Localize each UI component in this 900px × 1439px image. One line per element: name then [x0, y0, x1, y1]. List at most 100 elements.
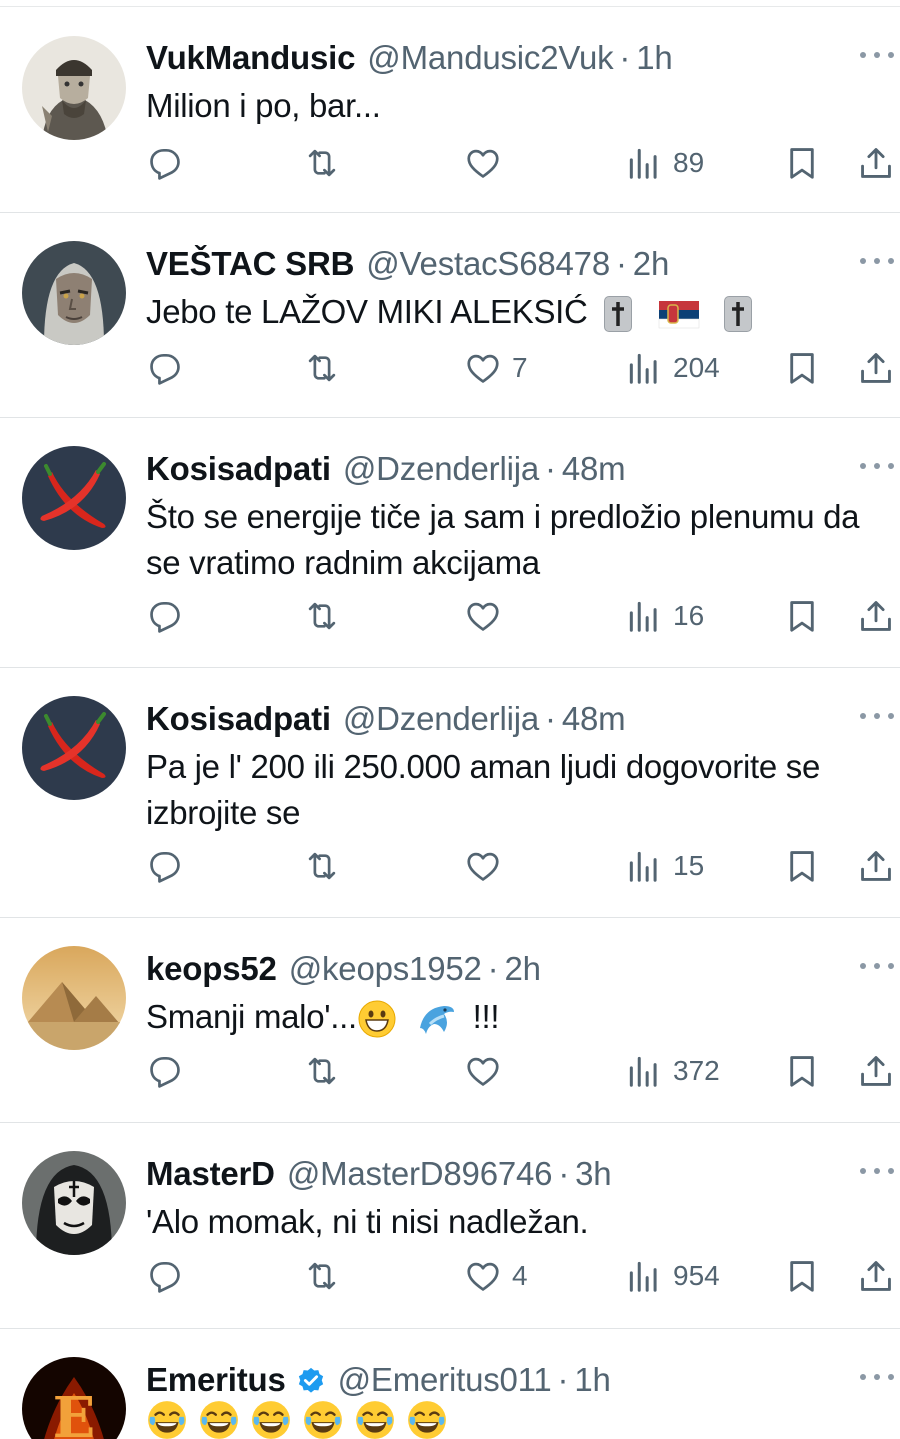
timestamp[interactable]: 1h [636, 39, 673, 77]
reply-button[interactable] [146, 1049, 184, 1093]
share-button[interactable] [857, 1049, 895, 1093]
avatar[interactable] [22, 696, 126, 800]
tweet[interactable]: keops52 @keops1952 · 2h Smanji malo'... … [0, 918, 900, 1123]
reply-button[interactable] [146, 844, 184, 888]
display-name[interactable]: Kosisadpati [146, 700, 331, 738]
user-handle[interactable]: @VestacS68478 [366, 245, 610, 283]
more-options-icon[interactable] [860, 255, 894, 267]
reply-button[interactable] [146, 346, 184, 390]
share-button[interactable] [857, 844, 895, 888]
tweet-header: Kosisadpati @Dzenderlija · 48m [146, 699, 626, 739]
timestamp[interactable]: 1h [574, 1361, 611, 1399]
view-count: 89 [673, 147, 705, 178]
display-name[interactable]: Kosisadpati [146, 450, 331, 488]
avatar[interactable] [22, 446, 126, 550]
user-handle[interactable]: @MasterD896746 [287, 1155, 553, 1193]
display-name[interactable]: MasterD [146, 1155, 275, 1193]
retweet-icon [308, 852, 336, 880]
view-count: 16 [673, 600, 705, 631]
like-button[interactable]: 7 [464, 346, 528, 390]
views-button[interactable]: 954 [625, 1254, 720, 1298]
tweet[interactable]: VEŠTAC SRB @VestacS68478 · 2h Jebo te LA… [0, 213, 900, 418]
more-options-icon[interactable] [860, 460, 894, 472]
user-handle[interactable]: @keops1952 [289, 950, 482, 988]
retweet-button[interactable] [303, 1254, 341, 1298]
display-name[interactable]: VukMandusic [146, 39, 355, 77]
user-handle[interactable]: @Dzenderlija [343, 450, 539, 488]
display-name[interactable]: VEŠTAC SRB [146, 245, 354, 283]
share-icon [861, 851, 891, 881]
timestamp[interactable]: 3h [575, 1155, 612, 1193]
avatar[interactable] [22, 946, 126, 1050]
timestamp[interactable]: 48m [562, 700, 626, 738]
chili-peppers-avatar-icon [22, 446, 126, 550]
pyramids-avatar-icon [22, 946, 126, 1050]
bookmark-button[interactable] [783, 346, 821, 390]
share-button[interactable] [857, 141, 895, 185]
dolphin-emoji [419, 1006, 454, 1035]
reply-button[interactable] [146, 594, 184, 638]
tweet[interactable]: MasterD @MasterD896746 · 3h 'Alo momak, … [0, 1123, 900, 1329]
bookmark-icon [790, 148, 814, 179]
display-name[interactable]: Emeritus [146, 1361, 286, 1399]
like-count: 4 [512, 1260, 528, 1291]
share-button[interactable] [857, 1254, 895, 1298]
user-handle[interactable]: @Mandusic2Vuk [367, 39, 613, 77]
retweet-button[interactable] [303, 1049, 341, 1093]
views-button[interactable]: 16 [625, 594, 704, 638]
bookmark-button[interactable] [783, 594, 821, 638]
view-count: 204 [673, 352, 720, 383]
like-button[interactable] [464, 141, 512, 185]
retweet-icon [308, 602, 336, 630]
retweet-button[interactable] [303, 844, 341, 888]
reply-button[interactable] [146, 141, 184, 185]
share-button[interactable] [857, 346, 895, 390]
reply-button[interactable] [146, 1254, 184, 1298]
retweet-icon [308, 354, 336, 382]
views-button[interactable]: 204 [625, 346, 720, 390]
tweet[interactable]: Kosisadpati @Dzenderlija · 48m Što se en… [0, 418, 900, 668]
timestamp[interactable]: 48m [562, 450, 626, 488]
avatar[interactable] [22, 241, 126, 345]
cross-box-emoji [604, 296, 633, 333]
avatar[interactable] [22, 36, 126, 140]
user-handle[interactable]: @Dzenderlija [343, 700, 539, 738]
bookmark-button[interactable] [783, 141, 821, 185]
bookmark-button[interactable] [783, 1254, 821, 1298]
more-options-icon[interactable] [860, 1165, 894, 1177]
share-button[interactable] [857, 594, 895, 638]
timestamp[interactable]: 2h [504, 950, 541, 988]
bookmark-button[interactable] [783, 844, 821, 888]
views-button[interactable]: 15 [625, 844, 704, 888]
retweet-button[interactable] [303, 141, 341, 185]
retweet-button[interactable] [303, 594, 341, 638]
verified-badge-icon[interactable] [296, 1366, 326, 1396]
retweet-button[interactable] [303, 346, 341, 390]
tweet-actions: 89 [0, 141, 900, 185]
share-icon [861, 148, 891, 178]
like-button[interactable]: 4 [464, 1254, 528, 1298]
tears-of-joy-emoji [304, 1401, 342, 1439]
more-options-icon[interactable] [860, 960, 894, 972]
views-button[interactable]: 89 [625, 141, 704, 185]
more-options-icon[interactable] [860, 49, 894, 61]
timestamp[interactable]: 2h [633, 245, 670, 283]
tweet[interactable]: VukMandusic @Mandusic2Vuk · 1h Milion i … [0, 7, 900, 213]
views-button[interactable]: 372 [625, 1049, 720, 1093]
tweet[interactable]: E Emeritus @Emeritus011 · 1h [0, 1329, 900, 1439]
separator-dot: · [545, 450, 556, 487]
more-options-icon[interactable] [860, 1371, 894, 1383]
bookmark-button[interactable] [783, 1049, 821, 1093]
display-name[interactable]: keops52 [146, 950, 277, 988]
tweet-header: MasterD @MasterD896746 · 3h [146, 1154, 612, 1194]
tweet[interactable]: Kosisadpati @Dzenderlija · 48m Pa je l' … [0, 668, 900, 918]
like-button[interactable] [464, 594, 512, 638]
tweet-text: Smanji malo'... !!! [146, 994, 898, 1040]
like-button[interactable] [464, 1049, 512, 1093]
tweet-text-suffix: !!! [472, 998, 500, 1035]
more-options-icon[interactable] [860, 710, 894, 722]
user-handle[interactable]: @Emeritus011 [338, 1361, 552, 1399]
avatar[interactable] [22, 1151, 126, 1255]
like-button[interactable] [464, 844, 512, 888]
avatar[interactable]: E [22, 1357, 126, 1439]
